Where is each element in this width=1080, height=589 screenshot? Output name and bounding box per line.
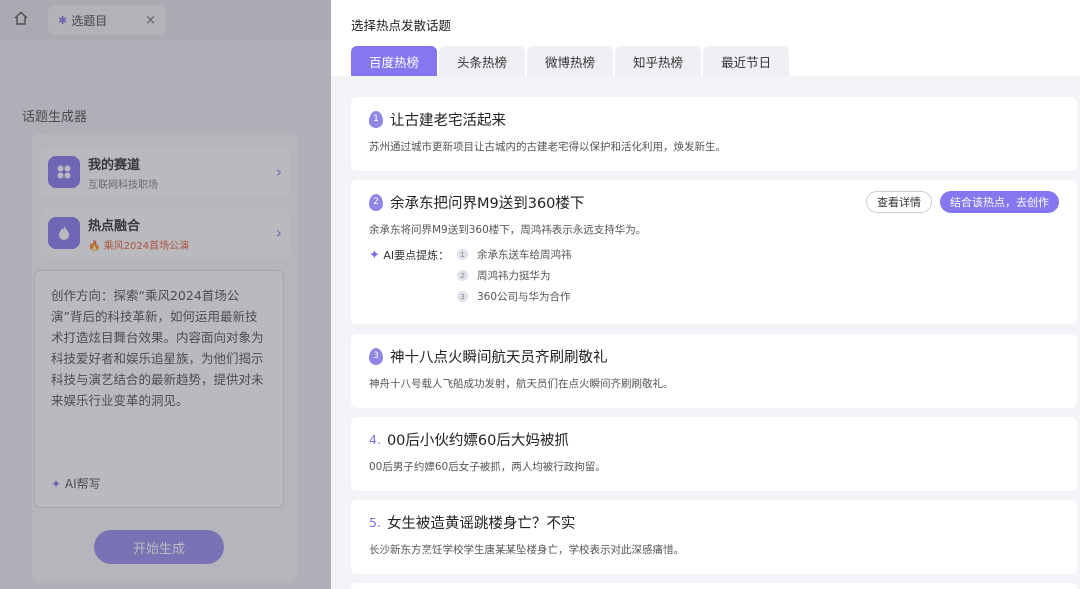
tab-zhihu[interactable]: 知乎热榜	[615, 46, 702, 76]
sparkle-icon: ✦	[369, 248, 380, 263]
rank-number: 4.	[369, 431, 381, 447]
topic-description: 苏州通过城市更新项目让古城内的古建老宅得以保护和活化利用，焕发新生。	[369, 141, 726, 153]
topic-description: 余承东将问界M9送到360楼下，周鸿祎表示永远支持华为。	[369, 224, 647, 236]
topic-description: 00后男子约嫖60后女子被抓，两人均被行政拘留。	[369, 461, 606, 473]
topic-card[interactable]: 4. 00后小伙约嫖60后大妈被抓 00后男子约嫖60后女子被抓，两人均被行政拘…	[351, 417, 1077, 491]
tab-holidays[interactable]: 最近节日	[703, 46, 790, 76]
ai-points-label: ✦ AI要点提炼：	[369, 247, 449, 263]
drawer-title: 选择热点发散话题	[351, 18, 452, 33]
modal-overlay[interactable]	[0, 0, 331, 589]
view-detail-button[interactable]: 查看详情	[866, 191, 932, 213]
topic-card[interactable]: 3 神十八点火瞬间航天员齐刷刷敬礼 神舟十八号载人飞船成功发射，航天员们在点火瞬…	[351, 334, 1077, 408]
create-with-topic-button[interactable]: 结合该热点，去创作	[940, 191, 1059, 213]
topic-title: 00后小伙约嫖60后大妈被抓	[386, 432, 569, 449]
key-point: 1 余承东送车给周鸿祎	[457, 247, 572, 262]
topic-title: 让古建老宅活起来	[390, 112, 506, 129]
topic-title: 余承东把问界M9送到360楼下	[390, 195, 585, 212]
topic-title: 神十八点火瞬间航天员齐刷刷敬礼	[390, 349, 608, 366]
key-point-text: 周鸿祎力挺华为	[477, 270, 551, 282]
hot-topic-drawer: 选择热点发散话题 百度热榜 头条热榜 微博热榜 知乎热榜 最近节日 1 让古建老…	[331, 0, 1080, 589]
topic-list: 1 让古建老宅活起来 苏州通过城市更新项目让古城内的古建老宅得以保护和活化利用，…	[331, 76, 1080, 589]
ai-points-label-text: AI要点提炼：	[383, 249, 450, 262]
tab-toutiao[interactable]: 头条热榜	[439, 46, 526, 76]
topic-description: 神舟十八号载人飞船成功发射，航天员们在点火瞬间齐刷刷敬礼。	[369, 378, 674, 390]
key-point: 2 周鸿祎力挺华为	[457, 268, 551, 283]
tab-baidu[interactable]: 百度热榜	[351, 46, 438, 76]
rank-badge-icon: 2	[369, 193, 383, 211]
rank-badge-icon: 3	[369, 347, 383, 365]
topic-card[interactable]: 5. 女生被造黄谣跳楼身亡？不实 长沙新东方烹饪学校学生唐某某坠楼身亡，学校表示…	[351, 500, 1077, 574]
topic-card[interactable]: 1 让古建老宅活起来 苏州通过城市更新项目让古城内的古建老宅得以保护和活化利用，…	[351, 97, 1077, 171]
key-point: 3 360公司与华为合作	[457, 289, 571, 304]
topic-card[interactable]	[351, 583, 1077, 589]
hot-list-tabs: 百度热榜 头条热榜 微博热榜 知乎热榜 最近节日	[351, 46, 791, 76]
rank-badge-icon: 1	[369, 110, 383, 128]
key-point-text: 余承东送车给周鸿祎	[477, 249, 572, 261]
tab-weibo[interactable]: 微博热榜	[527, 46, 614, 76]
point-number: 1	[457, 249, 468, 260]
key-point-text: 360公司与华为合作	[477, 291, 571, 303]
topic-title: 女生被造黄谣跳楼身亡？不实	[386, 515, 576, 532]
topic-description: 长沙新东方烹饪学校学生唐某某坠楼身亡，学校表示对此深感痛惜。	[369, 544, 684, 556]
topic-card-expanded[interactable]: 2 余承东把问界M9送到360楼下 查看详情 结合该热点，去创作 余承东将问界M…	[351, 180, 1077, 324]
point-number: 3	[457, 291, 468, 302]
point-number: 2	[457, 270, 468, 281]
rank-number: 5.	[369, 514, 381, 530]
